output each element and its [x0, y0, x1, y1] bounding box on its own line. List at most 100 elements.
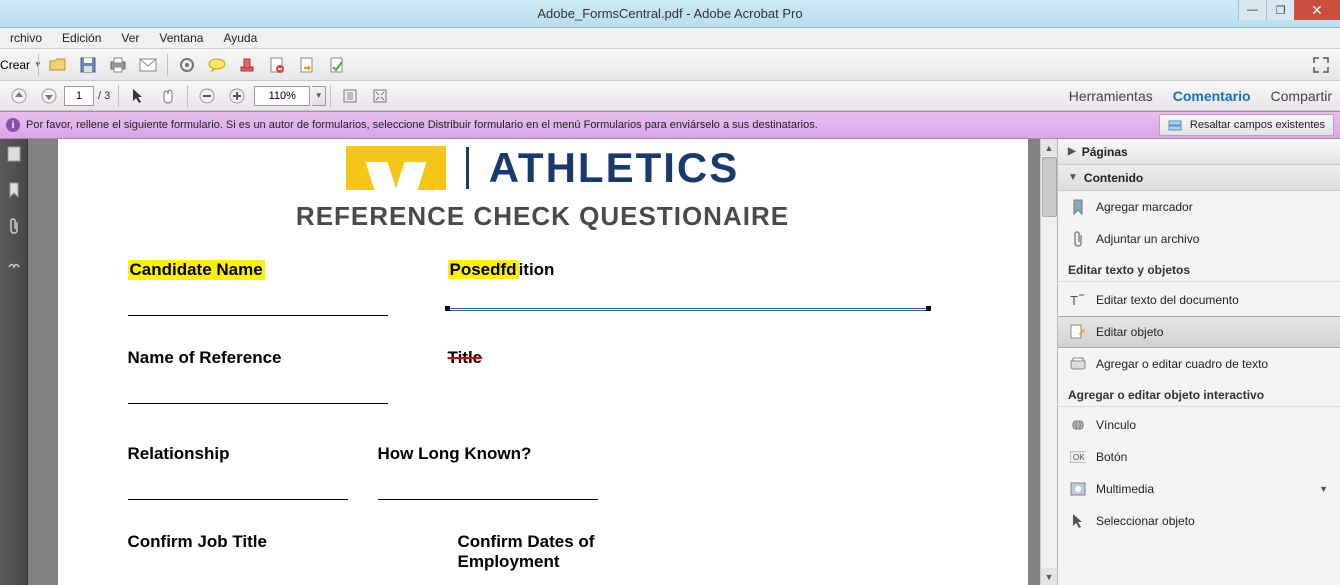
tab-comentario[interactable]: Comentario [1173, 88, 1251, 104]
chevron-down-icon: ▼ [1319, 484, 1328, 494]
menu-edicion[interactable]: Edición [52, 31, 111, 45]
logo-divider [466, 147, 469, 189]
menu-ventana[interactable]: Ventana [149, 31, 213, 45]
michigan-m-logo [346, 146, 446, 190]
printer-icon [109, 57, 127, 73]
menu-archivo[interactable]: rchivo [0, 31, 52, 45]
field-title-strikethrough[interactable]: Title [448, 348, 483, 368]
hand-icon [160, 88, 176, 104]
form-row-1: Candidate Name Posedfdition [128, 260, 958, 316]
window-controls: — ❐ ✕ [1238, 0, 1340, 20]
page-total-label: / 3 [98, 90, 110, 102]
create-button[interactable]: Crear ▼ [6, 52, 32, 78]
email-button[interactable] [135, 52, 161, 78]
attach-file-label: Adjuntar un archivo [1096, 232, 1199, 246]
panel-contenido-header[interactable]: ▼ Contenido [1058, 165, 1340, 191]
edit-document-text-item[interactable]: T Editar texto del documento [1058, 284, 1340, 316]
menu-ayuda[interactable]: Ayuda [213, 31, 267, 45]
paperclip-icon [1070, 231, 1086, 247]
save-icon [80, 57, 96, 73]
logo-row: ATHLETICS [128, 143, 958, 193]
fit-width-button[interactable] [337, 83, 363, 109]
print-button[interactable] [105, 52, 131, 78]
ok-button-icon: OK [1070, 449, 1086, 465]
link-item[interactable]: Vínculo [1058, 409, 1340, 441]
fit-page-button[interactable] [367, 83, 393, 109]
thumbnails-button[interactable] [5, 145, 23, 163]
field-confirm-job-title[interactable]: Confirm Job Title [128, 532, 267, 552]
chevron-down-icon: ▼ [1068, 172, 1078, 183]
close-button[interactable]: ✕ [1294, 0, 1340, 20]
field-name-of-reference[interactable]: Name of Reference [128, 348, 282, 368]
menu-ver[interactable]: Ver [111, 31, 149, 45]
selected-object-line[interactable] [448, 308, 928, 311]
expand-button[interactable] [1308, 52, 1334, 78]
tools-panel: ▶ Páginas ▼ Contenido Agregar marcador A… [1057, 139, 1340, 585]
separator [38, 54, 39, 76]
document-title: REFERENCE CHECK QUESTIONAIRE [128, 201, 958, 232]
page-down-button[interactable] [36, 83, 62, 109]
select-tool-button[interactable] [125, 83, 151, 109]
zoom-out-button[interactable] [194, 83, 220, 109]
multimedia-label: Multimedia [1096, 482, 1154, 496]
attach-file-item[interactable]: Adjuntar un archivo [1058, 223, 1340, 255]
edit-object-item[interactable]: Editar objeto [1058, 316, 1340, 348]
cursor-icon [131, 88, 145, 104]
delete-page-icon [270, 57, 284, 73]
stamp-button[interactable] [234, 52, 260, 78]
document-scrollbar[interactable] [1040, 139, 1057, 585]
scroll-up-button[interactable] [1041, 139, 1057, 156]
open-button[interactable] [45, 52, 71, 78]
zoom-level-input[interactable]: 110% [254, 86, 310, 106]
toolbar-main: Crear ▼ [0, 49, 1340, 81]
doc-forward-button[interactable] [294, 52, 320, 78]
select-object-label: Seleccionar objeto [1096, 514, 1195, 528]
right-panel-tabs: Herramientas Comentario Compartir [1069, 88, 1332, 104]
zoom-dropdown[interactable]: ▼ [312, 86, 326, 106]
selection-handle-right[interactable] [926, 306, 931, 311]
form-notice-bar: i Por favor, rellene el siguiente formul… [0, 111, 1340, 139]
document-viewport[interactable]: ATHLETICS REFERENCE CHECK QUESTIONAIRE C… [28, 139, 1057, 585]
save-button[interactable] [75, 52, 101, 78]
main-area: ATHLETICS REFERENCE CHECK QUESTIONAIRE C… [0, 139, 1340, 585]
highlight-fields-button[interactable]: Resaltar campos existentes [1159, 114, 1334, 136]
doc-check-button[interactable] [324, 52, 350, 78]
stamp-icon [239, 57, 255, 73]
zoom-in-button[interactable] [224, 83, 250, 109]
scroll-thumb[interactable] [1042, 157, 1057, 217]
select-object-item[interactable]: Seleccionar objeto [1058, 505, 1340, 537]
bookmarks-button[interactable] [5, 181, 23, 199]
signatures-button[interactable] [5, 253, 23, 271]
create-label: Crear [0, 58, 30, 72]
add-text-box-item[interactable]: Agregar o editar cuadro de texto [1058, 348, 1340, 380]
add-bookmark-item[interactable]: Agregar marcador [1058, 191, 1340, 223]
page-up-button[interactable] [6, 83, 32, 109]
field-position-edited[interactable]: Posedfdition [448, 260, 555, 280]
scroll-down-button[interactable] [1041, 568, 1057, 585]
minimize-button[interactable]: — [1238, 0, 1266, 20]
svg-text:OK: OK [1073, 453, 1085, 462]
folder-open-icon [49, 57, 67, 73]
panel-paginas-header[interactable]: ▶ Páginas [1058, 139, 1340, 165]
separator [118, 85, 119, 107]
multimedia-item[interactable]: Multimedia ▼ [1058, 473, 1340, 505]
page-number-input[interactable] [64, 86, 94, 106]
doc-delete-button[interactable] [264, 52, 290, 78]
field-candidate-name[interactable]: Candidate Name [128, 260, 265, 280]
tab-herramientas[interactable]: Herramientas [1069, 88, 1153, 104]
logo-text: ATHLETICS [489, 144, 740, 192]
field-confirm-dates[interactable]: Confirm Dates of Employment [458, 532, 638, 572]
field-how-long-known[interactable]: How Long Known? [378, 444, 532, 464]
attachments-button[interactable] [5, 217, 23, 235]
maximize-button[interactable]: ❐ [1266, 0, 1294, 20]
form-row-4: Confirm Job Title Confirm Dates of Emplo… [128, 532, 958, 572]
selection-handle-left[interactable] [445, 306, 450, 311]
button-item[interactable]: OK Botón [1058, 441, 1340, 473]
tab-compartir[interactable]: Compartir [1271, 88, 1332, 104]
field-relationship[interactable]: Relationship [128, 444, 230, 464]
toolbar-navigation: / 3 110% ▼ Herramientas Comentario Compa… [0, 81, 1340, 111]
section-interactive-object: Agregar o editar objeto interactivo [1058, 380, 1340, 407]
settings-button[interactable] [174, 52, 200, 78]
comment-button[interactable] [204, 52, 230, 78]
hand-tool-button[interactable] [155, 83, 181, 109]
